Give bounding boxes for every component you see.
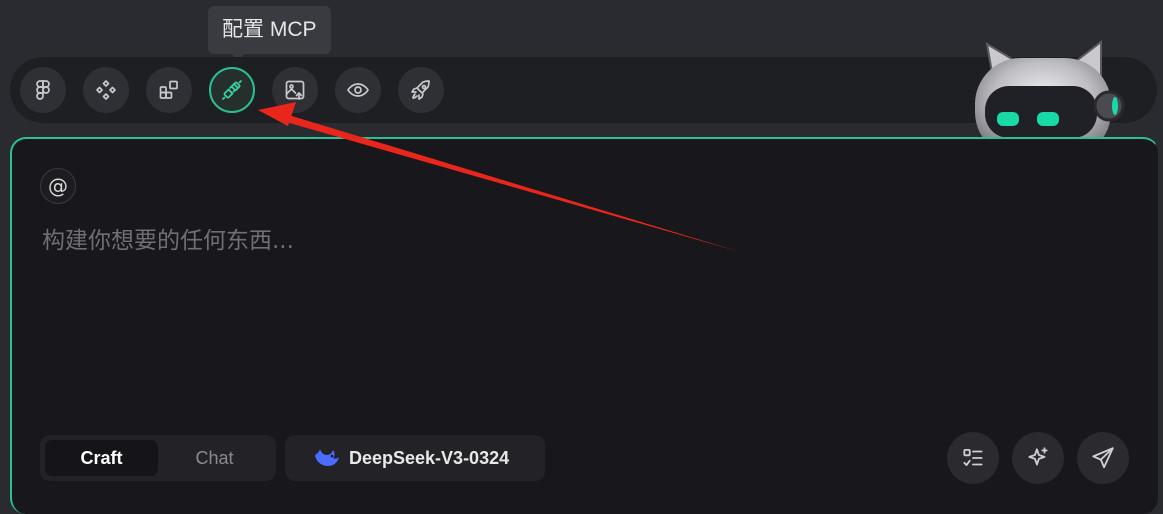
- app-window: 配置 MCP @ 构建你想要的任何东西... Craft Chat DeepSe…: [0, 0, 1163, 514]
- figma-button[interactable]: [20, 67, 66, 113]
- task-list-button[interactable]: [947, 432, 999, 484]
- rocket-icon: [411, 80, 430, 100]
- send-icon: [1092, 447, 1114, 469]
- deepseek-whale-icon: [315, 449, 339, 466]
- task-list-icon: [963, 448, 983, 466]
- image-upload-icon: [285, 80, 305, 100]
- deploy-button[interactable]: [398, 67, 444, 113]
- prompt-input[interactable]: [42, 221, 1042, 261]
- configure-mcp-button[interactable]: [209, 67, 255, 113]
- mode-toggle: Craft Chat: [40, 435, 276, 481]
- image-upload-button[interactable]: [272, 67, 318, 113]
- components-button[interactable]: [83, 67, 129, 113]
- robot-mascot: [975, 39, 1125, 138]
- send-button[interactable]: [1077, 432, 1129, 484]
- composer-panel: @ Craft Chat DeepSeek-V3-0324: [10, 137, 1159, 514]
- eye-icon: [347, 83, 369, 97]
- sparkle-icon: [1028, 447, 1048, 466]
- model-selector[interactable]: DeepSeek-V3-0324: [285, 435, 545, 481]
- blocks-button[interactable]: [146, 67, 192, 113]
- mode-tab-chat[interactable]: Chat: [158, 440, 271, 476]
- model-label: DeepSeek-V3-0324: [349, 447, 510, 468]
- tooltip: 配置 MCP: [208, 6, 331, 60]
- plug-icon: [222, 80, 242, 100]
- figma-icon: [36, 80, 50, 100]
- preview-button[interactable]: [335, 67, 381, 113]
- mode-tab-craft[interactable]: Craft: [45, 440, 158, 476]
- components-icon: [96, 80, 116, 100]
- mention-button[interactable]: @: [40, 168, 76, 204]
- blocks-icon: [159, 80, 178, 99]
- enhance-prompt-button[interactable]: [1012, 432, 1064, 484]
